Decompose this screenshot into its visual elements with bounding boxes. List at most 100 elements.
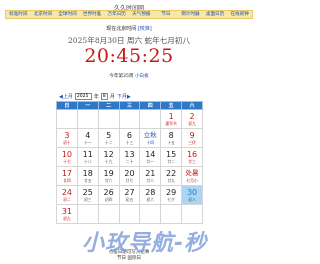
calendar-day-cell[interactable]: 处暑 七月小: [181, 166, 203, 186]
day-number: 12: [103, 150, 114, 159]
year-select[interactable]: 2025: [74, 93, 92, 100]
lunar-date: 廿六: [104, 178, 113, 183]
day-number: 21: [145, 169, 156, 178]
clock-label: 现在北京时间 [校准]: [0, 25, 258, 32]
day-number: 4: [85, 131, 91, 140]
day-number: 6: [126, 131, 132, 140]
calendar-day-cell[interactable]: 13 二十: [118, 147, 141, 167]
nav-item[interactable]: 全球时间: [55, 11, 80, 18]
next-month-link[interactable]: 下月▶: [117, 93, 131, 100]
watermark: 小玫导航-秒: [82, 231, 208, 256]
day-number: 3: [64, 131, 70, 140]
lunar-date: 十七: [63, 159, 71, 164]
lunar-date: 十八: [83, 159, 92, 164]
nav-item[interactable]: 节日: [154, 11, 179, 18]
nav-item[interactable]: 倒计时器: [178, 11, 203, 18]
correct-time-link[interactable]: [校准]: [138, 26, 152, 32]
nav-item[interactable]: 北京时间: [31, 11, 56, 18]
current-time: 20:45:25: [84, 45, 174, 67]
whiteboard-link[interactable]: 小白板: [135, 74, 149, 79]
nav-item[interactable]: 世界时差: [80, 11, 105, 18]
calendar-day-cell[interactable]: 14 廿一: [139, 147, 162, 167]
lunar-date: 初十: [63, 140, 71, 145]
lunar-date: 初九: [188, 121, 196, 126]
calendar-day-cell[interactable]: 25 初三: [76, 185, 99, 205]
calendar-day-cell[interactable]: 31 初九: [56, 204, 78, 224]
calendar-day-cell[interactable]: 21 廿八: [139, 166, 162, 186]
weekday-header: 日: [56, 101, 78, 110]
weekday-header: 五: [160, 101, 183, 110]
calendar-empty-cell: [160, 204, 183, 224]
day-number: 10: [61, 150, 73, 159]
calendar-day-cell[interactable]: 29 七夕: [160, 185, 183, 205]
calendar-day-cell[interactable]: 28 初六: [139, 185, 162, 205]
day-number: 26: [103, 188, 114, 197]
calendar-day-cell[interactable]: 24 初二: [56, 185, 78, 205]
nav-item[interactable]: 万年日历: [104, 11, 129, 18]
lunar-date: 廿四: [63, 178, 71, 183]
day-number: 2: [189, 112, 195, 121]
prev-month-link[interactable]: ◀上月: [59, 93, 73, 100]
nav-item[interactable]: 桌面日历: [203, 11, 228, 18]
calendar-day-cell[interactable]: 立秋 十四: [139, 128, 162, 148]
calendar-week-row: 17 廿四 18 廿五 19 廿六 20 廿七 21 廿八 22 廿九 处暑 七月小: [56, 166, 203, 186]
lunar-date: 初三: [83, 197, 92, 202]
calendar-week-row: 10 十七 11 十八 12 十九 13 二十 14 廿一 15 廿二 16 廿三: [56, 147, 203, 167]
calendar-day-cell[interactable]: 19 廿六: [97, 166, 120, 186]
day-number: 20: [124, 169, 135, 178]
calendar-day-cell[interactable]: 30 初八: [181, 185, 203, 205]
calendar-day-cell[interactable]: 27 初五: [118, 185, 141, 205]
calendar-week-row: 1 建军节 2 初九: [56, 109, 203, 129]
calendar-day-cell[interactable]: 26 初四: [97, 185, 120, 205]
lunar-date: 初四: [104, 197, 113, 202]
lunar-date: 七夕: [167, 197, 175, 202]
calendar-empty-cell: [56, 109, 78, 129]
top-nav: 标准时间 北京时间 全球时间 世界时差 万年日历 天气预报 节日 倒计时器 桌面日历 在线闹钟: [5, 10, 253, 19]
day-number: 9: [189, 131, 195, 140]
month-select[interactable]: 8: [100, 93, 108, 100]
calendar-grid: 日一二三四五六 1 建军节 2 初九 3 初十 4 十一 5 十二 6 十三 立秋 十四 8 十五 9 三伏 10 十…: [56, 101, 203, 224]
calendar-empty-cell: [97, 204, 120, 224]
weekday-header: 六: [181, 101, 203, 110]
calendar-day-cell[interactable]: 2 初九: [181, 109, 203, 129]
calendar-day-cell[interactable]: 20 廿七: [118, 166, 141, 186]
calendar-day-cell[interactable]: 18 廿五: [76, 166, 99, 186]
nav-item[interactable]: 天气预报: [129, 11, 154, 18]
calendar-day-cell[interactable]: 9 三伏: [181, 128, 203, 148]
lunar-date: 十九: [104, 159, 113, 164]
calendar-day-cell[interactable]: 8 十五: [160, 128, 183, 148]
lunar-date: 建军节: [165, 121, 177, 126]
day-number: 14: [145, 150, 156, 159]
lunar-date: 廿三: [188, 159, 196, 164]
calendar-day-cell[interactable]: 4 十一: [76, 128, 99, 148]
calendar-week-row: 3 初十 4 十一 5 十二 6 十三 立秋 十四 8 十五 9 三伏: [56, 128, 203, 148]
day-number: 15: [166, 150, 177, 159]
calendar-day-cell[interactable]: 5 十二: [97, 128, 120, 148]
day-number: 立秋: [143, 131, 157, 139]
lunar-date: 十二: [104, 140, 113, 145]
calendar-day-cell[interactable]: 6 十三: [118, 128, 141, 148]
calendar-day-cell[interactable]: 12 十九: [97, 147, 120, 167]
year-unit: 年: [93, 94, 99, 100]
calendar-empty-cell: [139, 109, 162, 129]
calendar-day-cell[interactable]: 10 十七: [56, 147, 78, 167]
day-number: 18: [82, 169, 93, 178]
calendar-day-cell[interactable]: 11 十八: [76, 147, 99, 167]
calendar-empty-cell: [139, 204, 162, 224]
calendar-day-cell[interactable]: 22 廿九: [160, 166, 183, 186]
calendar-day-cell[interactable]: 3 初十: [56, 128, 78, 148]
calendar-day-cell[interactable]: 15 廿二: [160, 147, 183, 167]
weekday-header: 二: [97, 101, 120, 110]
day-number: 22: [166, 169, 177, 178]
calendar-day-cell[interactable]: 16 廿三: [181, 147, 203, 167]
calendar-week-row: 31 初九: [56, 204, 203, 224]
calendar-day-cell[interactable]: 17 廿四: [56, 166, 78, 186]
nav-item[interactable]: 标准时间: [6, 11, 31, 18]
nav-item[interactable]: 在线闹钟: [227, 11, 252, 18]
calendar-day-cell[interactable]: 1 建军节: [160, 109, 183, 129]
calendar-nav: ◀上月 2025 年 8 月 下月▶: [59, 92, 131, 101]
lunar-date: 七月小: [186, 178, 198, 183]
lunar-date: 廿九: [167, 178, 175, 183]
month-unit: 月: [109, 94, 115, 100]
day-number: 27: [124, 188, 135, 197]
